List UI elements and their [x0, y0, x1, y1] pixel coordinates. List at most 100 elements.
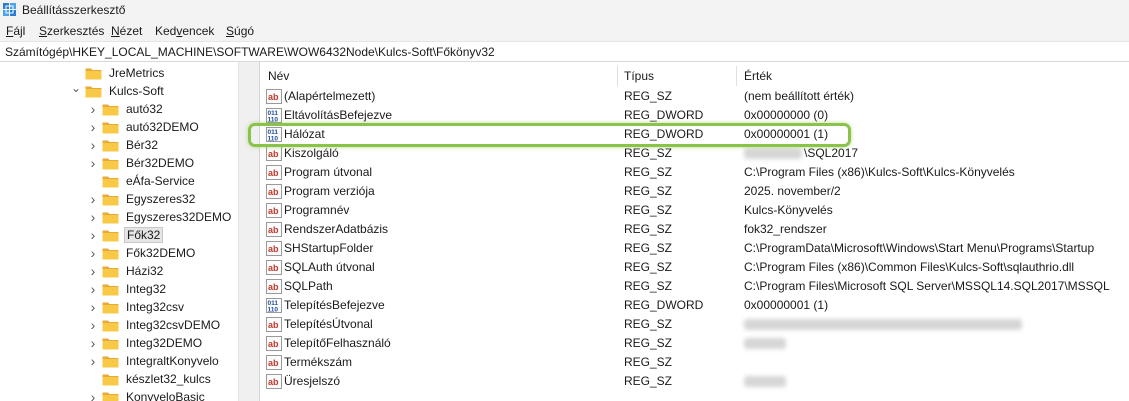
- value-row[interactable]: ab SHStartupFolder REG_SZ C:\ProgramData\Mi…: [262, 239, 1129, 258]
- value-row[interactable]: ab Kiszolgáló REG_SZ \SQL2017: [262, 144, 1129, 163]
- value-row[interactable]: ab Program verziója REG_SZ 2025. november/2: [262, 182, 1129, 201]
- value-row[interactable]: ab Üresjelszó REG_SZ: [262, 372, 1129, 391]
- chevron-right-icon[interactable]: ›: [88, 334, 98, 352]
- menu-view[interactable]: Nézet: [111, 24, 142, 38]
- chevron-right-icon[interactable]: ›: [88, 244, 98, 262]
- column-separator[interactable]: [736, 66, 737, 86]
- tree-item[interactable]: › autó32DEMO: [88, 118, 201, 136]
- chevron-right-icon[interactable]: ›: [88, 136, 98, 154]
- window-title: Beállításszerkesztő: [22, 3, 126, 17]
- redacted-text: [744, 338, 786, 349]
- chevron-right-icon[interactable]: ›: [88, 154, 98, 172]
- value-row[interactable]: ab Programnév REG_SZ Kulcs-Könyvelés: [262, 201, 1129, 220]
- tree-item[interactable]: › Egyszeres32DEMO: [88, 208, 233, 226]
- value-row[interactable]: ab (Alapértelmezett) REG_SZ (nem beállított…: [262, 87, 1129, 106]
- value-name: EltávolításBefejezve: [284, 108, 393, 122]
- binary-value-icon: 011110: [266, 127, 282, 142]
- value-row[interactable]: 011 110 EltávolításBefejezve REG_DWORD 0x000…: [262, 106, 1129, 125]
- svg-text:ab: ab: [268, 339, 279, 349]
- registry-editor-icon: [3, 3, 16, 16]
- address-bar[interactable]: Számítógép\HKEY_LOCAL_MACHINE\SOFTWARE\W…: [0, 41, 1129, 62]
- tree-item-label: Egyszeres32DEMO: [126, 210, 232, 224]
- value-row[interactable]: 011 110 Hálózat REG_DWORD 0x00000001 (1): [262, 125, 1129, 144]
- value-type: REG_SZ: [624, 222, 673, 236]
- string-value-icon: ab: [266, 279, 282, 294]
- value-type: REG_SZ: [624, 203, 673, 217]
- tree-item-label: Fők32: [124, 227, 164, 243]
- value-data: (nem beállított érték): [744, 89, 855, 103]
- chevron-right-icon[interactable]: ›: [88, 118, 98, 136]
- value-row[interactable]: ab Termékszám REG_SZ: [262, 353, 1129, 372]
- column-name[interactable]: Név: [268, 69, 289, 83]
- column-type[interactable]: Típus: [624, 69, 654, 83]
- value-type: REG_SZ: [624, 374, 673, 388]
- chevron-right-icon[interactable]: ›: [88, 190, 98, 208]
- value-row[interactable]: ab SQLAuth útvonal REG_SZ C:\Program Files …: [262, 258, 1129, 277]
- tree-item-label: JreMetrics: [109, 66, 165, 80]
- value-name: Kiszolgáló: [284, 146, 339, 160]
- tree-item[interactable]: › Integ32csvDEMO: [88, 316, 222, 334]
- chevron-right-icon[interactable]: ›: [88, 352, 98, 370]
- value-name: (Alapértelmezett): [284, 89, 376, 103]
- address-path[interactable]: Számítógép\HKEY_LOCAL_MACHINE\SOFTWARE\W…: [5, 45, 495, 59]
- chevron-right-icon[interactable]: ›: [88, 388, 98, 401]
- folder-icon: [102, 230, 119, 241]
- tree-item[interactable]: › Bér32: [88, 136, 160, 154]
- value-row[interactable]: ab SQLPath REG_SZ C:\Program Files\Microsof…: [262, 277, 1129, 296]
- value-type: REG_SZ: [624, 165, 673, 179]
- value-row[interactable]: ab RendszerAdatbázis REG_SZ fok32_rendszer: [262, 220, 1129, 239]
- tree-item[interactable]: › Bér32DEMO: [88, 154, 196, 172]
- value-type: REG_SZ: [624, 336, 673, 350]
- tree-item[interactable]: ⌄ Kulcs-Soft: [71, 79, 166, 100]
- value-name: RendszerAdatbázis: [284, 222, 389, 236]
- value-data: Kulcs-Könyvelés: [744, 203, 833, 217]
- menu-edit[interactable]: Szerkesztés: [39, 24, 104, 38]
- value-row[interactable]: ab TelepítésÚtvonal REG_SZ: [262, 315, 1129, 334]
- value-row[interactable]: 011 110 TelepítésBefejezve REG_DWORD 0x00000…: [262, 296, 1129, 315]
- tree-item[interactable]: › Fők32DEMO: [88, 244, 197, 262]
- key-tree[interactable]: JreMetrics ⌄ Kulcs-Soft › autó32 › autó32DEMO ›…: [0, 62, 255, 401]
- svg-text:ab: ab: [268, 149, 279, 159]
- tree-item[interactable]: › Fők32: [88, 226, 164, 244]
- tree-item[interactable]: › KonyveloBasic: [88, 388, 207, 401]
- column-separator[interactable]: [617, 66, 618, 86]
- chevron-right-icon[interactable]: ›: [88, 262, 98, 280]
- value-data: C:\ProgramData\Microsoft\Windows\Start M…: [744, 241, 1095, 255]
- tree-item[interactable]: JreMetrics: [71, 64, 166, 82]
- chevron-right-icon[interactable]: ›: [88, 100, 98, 118]
- menu-help[interactable]: Súgó: [226, 24, 254, 38]
- svg-text:ab: ab: [268, 92, 279, 102]
- tree-item[interactable]: › autó32: [88, 100, 165, 118]
- value-row[interactable]: ab TelepítőFelhasználó REG_SZ: [262, 334, 1129, 353]
- menu-favorites[interactable]: Kedvencek: [155, 24, 214, 38]
- tree-item[interactable]: készlet32_kulcs: [88, 370, 213, 388]
- svg-text:ab: ab: [268, 206, 279, 216]
- chevron-down-icon[interactable]: ⌄: [71, 79, 81, 97]
- folder-icon: [102, 176, 119, 187]
- value-name: SQLPath: [284, 279, 333, 293]
- tree-scrollbar[interactable]: [238, 62, 255, 401]
- pane-splitter[interactable]: [255, 62, 260, 401]
- string-value-icon: ab: [266, 146, 282, 161]
- svg-text:ab: ab: [268, 282, 279, 292]
- chevron-right-icon[interactable]: ›: [88, 298, 98, 316]
- folder-icon: [102, 140, 119, 151]
- value-data: 2025. november/2: [744, 184, 841, 198]
- chevron-right-icon[interactable]: ›: [88, 208, 98, 226]
- chevron-right-icon[interactable]: ›: [88, 280, 98, 298]
- value-data: 0x00000000 (0): [744, 108, 829, 122]
- tree-item[interactable]: › Házi32: [88, 262, 165, 280]
- chevron-right-icon[interactable]: ›: [88, 226, 98, 244]
- tree-item[interactable]: › Egyszeres32: [88, 190, 197, 208]
- svg-text:ab: ab: [268, 320, 279, 330]
- value-row[interactable]: ab Program útvonal REG_SZ C:\Program Files …: [262, 163, 1129, 182]
- column-value[interactable]: Érték: [744, 69, 772, 83]
- folder-icon: [102, 194, 119, 205]
- tree-item[interactable]: › Integ32: [88, 280, 168, 298]
- tree-item[interactable]: › Integ32DEMO: [88, 334, 204, 352]
- tree-item[interactable]: › IntegraltKonyvelo: [88, 352, 221, 370]
- chevron-right-icon[interactable]: ›: [88, 316, 98, 334]
- tree-item[interactable]: › Integ32csv: [88, 298, 186, 316]
- menu-file[interactable]: Fájl: [6, 24, 25, 38]
- tree-item[interactable]: eÁfa-Service: [88, 172, 197, 190]
